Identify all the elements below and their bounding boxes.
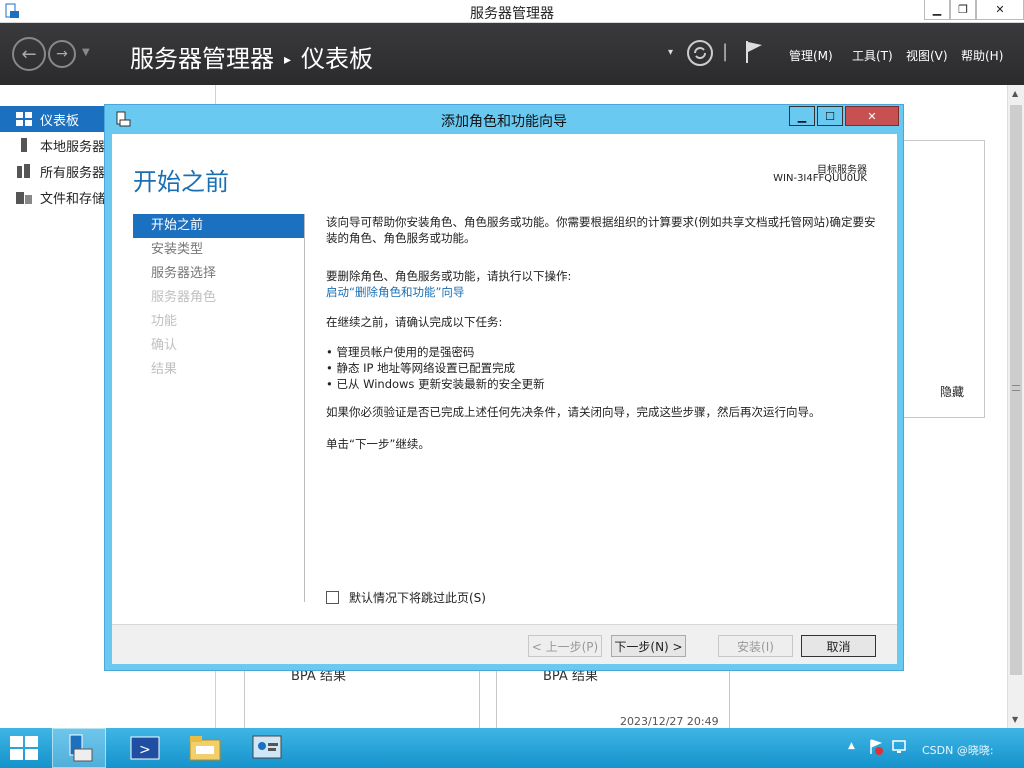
scrollbar-grip-icon: [1012, 385, 1020, 391]
arrow-left-icon: ←: [21, 43, 37, 65]
minimize-button[interactable]: ▁: [924, 0, 950, 20]
back-button[interactable]: ←: [12, 37, 46, 71]
breadcrumb-root[interactable]: 服务器管理器: [130, 45, 274, 73]
svg-text:>: >: [139, 742, 151, 758]
install-button: 安装(I): [718, 635, 793, 657]
server-manager-icon: [69, 734, 93, 762]
scroll-up-icon[interactable]: ▲: [1012, 89, 1018, 98]
next-button[interactable]: 下一步(N) >: [611, 635, 686, 657]
step-server-selection[interactable]: 服务器选择: [133, 262, 304, 286]
remove-intro-text: 要删除角色、角色服务或功能，请执行以下操作:: [326, 269, 572, 283]
wizard-window-controls: ▁ ☐ ✕: [787, 106, 899, 126]
arrow-right-icon: →: [56, 46, 68, 62]
taskbar: > ▲ CSDN @晓晓:: [0, 728, 1024, 768]
wizard-body: 开始之前 目标服务器 WIN-3I4FFQUU0UK 开始之前 安装类型 服务器…: [112, 134, 897, 664]
wizard-footer: < 上一步(P) 下一步(N) > 安装(I) 取消: [112, 624, 897, 664]
dashboard-icon: [16, 112, 32, 126]
dashboard-welcome-panel: [900, 140, 985, 418]
step-before-you-begin[interactable]: 开始之前: [133, 214, 304, 238]
wizard-titlebar: 添加角色和功能向导 ▁ ☐ ✕: [105, 105, 903, 133]
window-controls: ▁ ❐ ✕: [924, 0, 1024, 20]
cancel-button[interactable]: 取消: [801, 635, 876, 657]
remove-roles-wizard-link[interactable]: 启动“删除角色和功能”向导: [326, 285, 464, 299]
watermark-text: CSDN @晓晓:: [922, 744, 994, 757]
restore-button[interactable]: ❐: [950, 0, 976, 20]
page-title: 开始之前: [133, 168, 229, 196]
control-panel-icon: [252, 735, 282, 759]
breadcrumb-current: 仪表板: [301, 45, 374, 73]
sidebar-item-label: 仪表板: [40, 113, 80, 129]
sidebar-item-label: 所有服务器: [40, 165, 106, 181]
taskbar-powershell[interactable]: >: [118, 728, 172, 768]
taskbar-file-explorer[interactable]: [178, 728, 232, 768]
wizard-maximize-button[interactable]: ☐: [817, 106, 843, 126]
menu-help[interactable]: 帮助(H): [961, 47, 1003, 64]
step-confirmation: 确认: [151, 338, 178, 353]
file-explorer-icon: [189, 736, 221, 761]
action-center-icon[interactable]: [868, 739, 884, 755]
previous-button: < 上一步(P): [528, 635, 602, 657]
wizard-step-nav: 开始之前 安装类型 服务器选择 服务器角色 功能 确认 结果: [133, 214, 305, 602]
refresh-icon[interactable]: [686, 39, 714, 67]
history-dropdown-icon[interactable]: ▼: [82, 47, 90, 58]
step-results: 结果: [151, 362, 178, 377]
task-item: • 静态 IP 地址等网络设置已配置完成: [326, 361, 516, 375]
wizard-minimize-button[interactable]: ▁: [789, 106, 815, 126]
skip-page-label: 默认情况下将跳过此页(S): [349, 591, 486, 605]
menu-tools[interactable]: 工具(T): [852, 47, 893, 64]
windows-start-icon[interactable]: [10, 736, 38, 760]
powershell-icon: >: [130, 736, 160, 760]
network-icon[interactable]: [892, 739, 910, 755]
add-roles-wizard-dialog: 添加角色和功能向导 ▁ ☐ ✕ 开始之前 目标服务器 WIN-3I4FFQUU0…: [104, 104, 904, 671]
notifications-flag-icon[interactable]: [744, 39, 766, 65]
scroll-down-icon[interactable]: ▼: [1012, 715, 1018, 724]
sidebar-item-label: 本地服务器: [40, 139, 106, 155]
window-title: 服务器管理器: [470, 6, 554, 22]
verify-text: 如果你必须验证是否已完成上述任何先决条件，请关闭向导，完成这些步骤，然后再次运行…: [326, 405, 821, 419]
task-item: • 已从 Windows 更新安装最新的安全更新: [326, 377, 545, 391]
step-features: 功能: [151, 314, 178, 329]
target-server-name: WIN-3I4FFQUU0UK: [773, 173, 867, 184]
step-server-roles: 服务器角色: [151, 290, 217, 305]
header-divider: |: [722, 41, 729, 62]
breadcrumb-separator-icon: ▸: [284, 52, 292, 68]
local-server-icon: [21, 138, 27, 152]
wizard-title: 添加角色和功能向导: [441, 114, 567, 130]
continue-text: 单击“下一步”继续。: [326, 437, 430, 451]
step-installation-type[interactable]: 安装类型: [133, 238, 304, 262]
tray-expand-icon[interactable]: ▲: [848, 741, 855, 751]
forward-button[interactable]: →: [48, 40, 76, 68]
server-manager-header: ← → ▼ 服务器管理器 ▸ 仪表板 ▾ | 管理(M) 工具(T) 视图(V) 帮…: [0, 23, 1024, 85]
taskbar-server-manager[interactable]: [52, 728, 106, 768]
task-item: • 管理员帐户使用的是强密码: [326, 345, 475, 359]
dropdown-arrow-icon[interactable]: ▾: [668, 47, 673, 58]
all-servers-icon: [17, 164, 30, 178]
server-manager-titlebar: 服务器管理器 ▁ ❐ ✕: [0, 0, 1024, 23]
skip-page-option[interactable]: 默认情况下将跳过此页(S): [326, 589, 486, 606]
intro-text: 该向导可帮助你安装角色、角色服务或功能。你需要根据组织的计算要求(例如共享文档或…: [326, 215, 876, 245]
menu-view[interactable]: 视图(V): [906, 47, 948, 64]
wizard-content: 该向导可帮助你安装角色、角色服务或功能。你需要根据组织的计算要求(例如共享文档或…: [326, 214, 881, 452]
wizard-close-button[interactable]: ✕: [845, 106, 899, 126]
hide-link[interactable]: 隐藏: [940, 383, 964, 400]
tile-timestamp: 2023/12/27 20:49: [620, 715, 719, 728]
taskbar-control-panel[interactable]: [240, 728, 294, 768]
file-storage-icon: [16, 192, 32, 204]
skip-page-checkbox[interactable]: [326, 591, 339, 604]
tasks-intro-text: 在继续之前，请确认完成以下任务:: [326, 315, 503, 329]
menu-manage[interactable]: 管理(M): [789, 47, 833, 64]
main-scrollbar[interactable]: ▲ ▼: [1007, 85, 1024, 728]
breadcrumb: 服务器管理器 ▸ 仪表板: [130, 39, 373, 74]
close-button[interactable]: ✕: [976, 0, 1024, 20]
